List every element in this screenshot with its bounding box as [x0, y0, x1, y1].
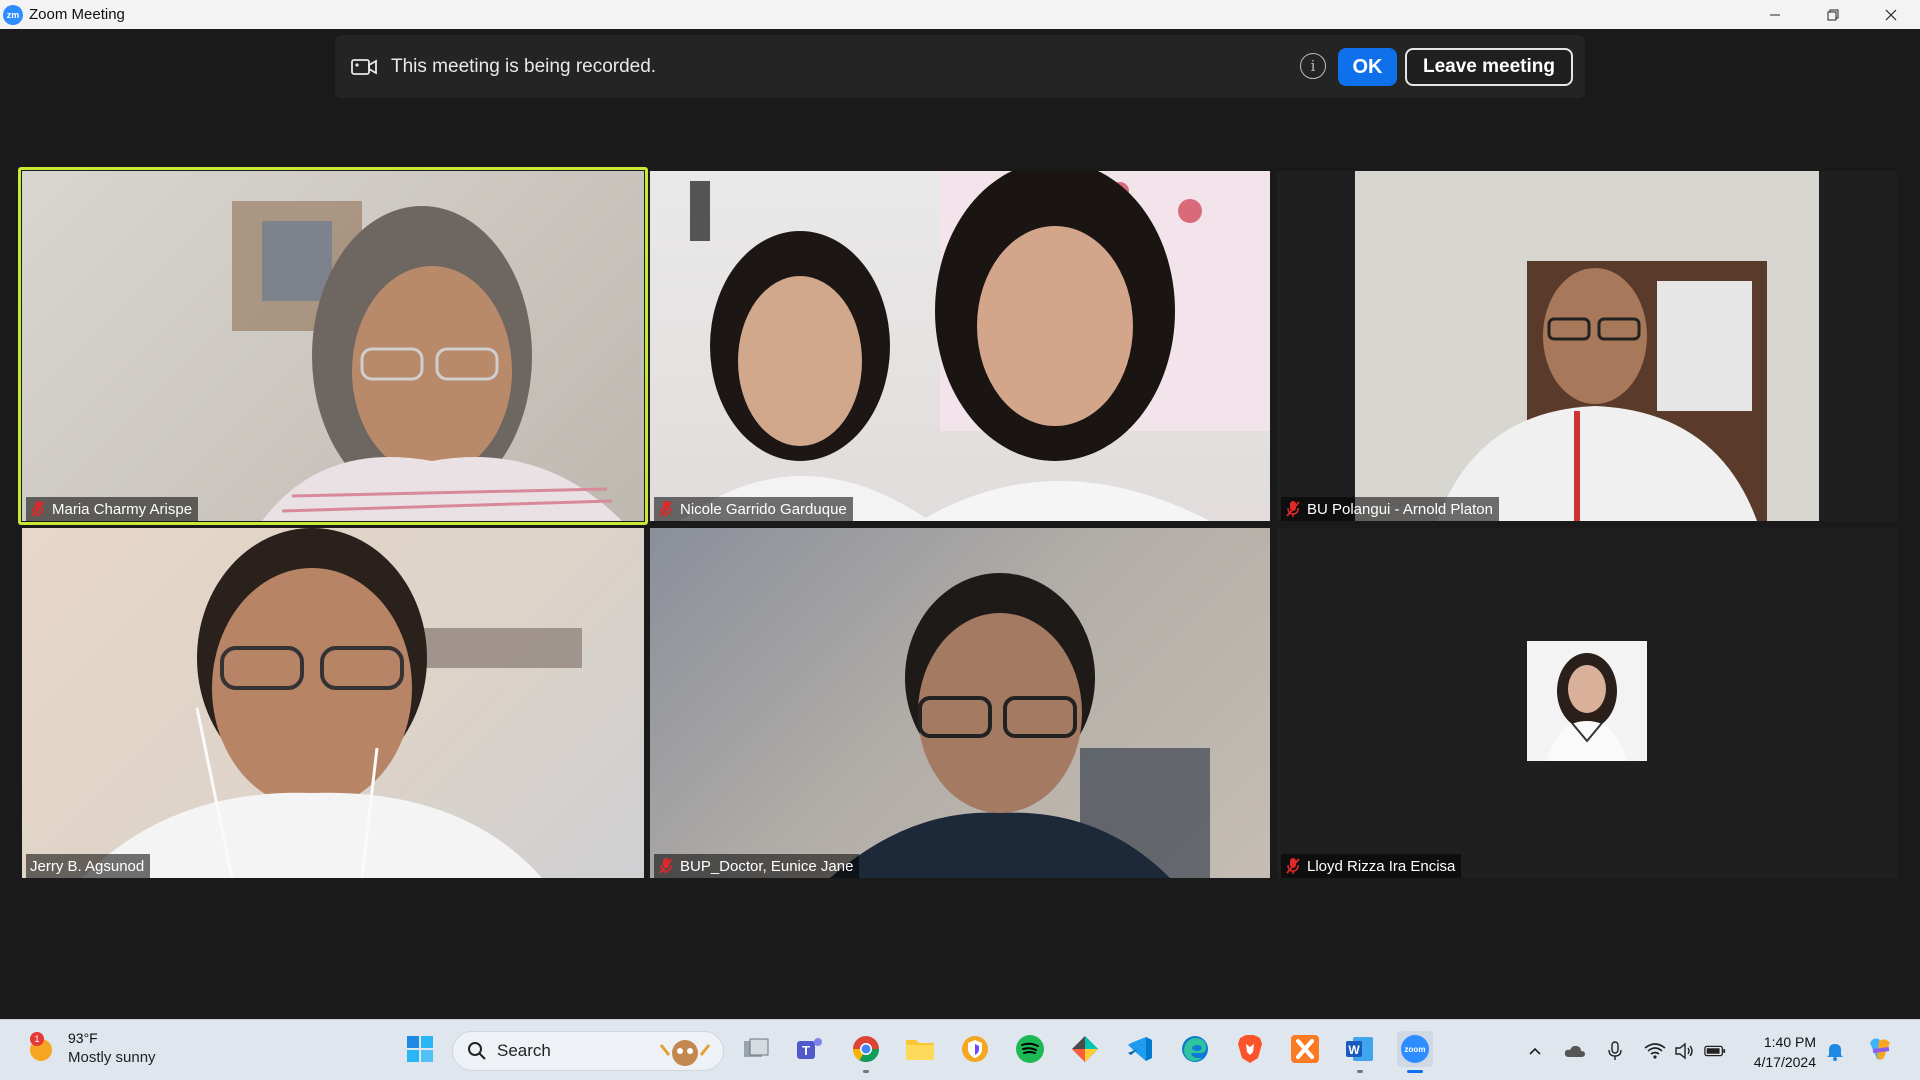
- search-highlight-icon: [659, 1040, 711, 1066]
- participant-name-tag: Lloyd Rizza Ira Encisa: [1281, 854, 1462, 878]
- profile-picture: [1527, 641, 1647, 761]
- zoom-logo-icon: zm: [3, 4, 23, 25]
- svg-text:W: W: [1348, 1043, 1360, 1057]
- copilot-icon[interactable]: [1864, 1034, 1896, 1066]
- clock-date: 4/17/2024: [1753, 1054, 1816, 1070]
- clock-time: 1:40 PM: [1763, 1034, 1816, 1050]
- muted-mic-icon: [659, 858, 673, 874]
- task-view-icon[interactable]: [738, 1031, 774, 1067]
- teams-icon[interactable]: T: [792, 1031, 828, 1067]
- battery-icon[interactable]: [1704, 1040, 1726, 1062]
- participant-name-tag: Jerry B. Agsunod: [26, 854, 151, 878]
- spotify-icon[interactable]: [1012, 1031, 1048, 1067]
- recording-camera-icon: [351, 56, 379, 78]
- xampp-icon[interactable]: [1287, 1031, 1323, 1067]
- onedrive-icon[interactable]: [1564, 1040, 1586, 1062]
- wifi-icon[interactable]: [1644, 1040, 1666, 1062]
- participant-name-tag: Nicole Garrido Garduque: [654, 497, 853, 521]
- restore-button[interactable]: [1804, 0, 1862, 29]
- zoom-taskbar-icon[interactable]: zoom: [1397, 1031, 1433, 1073]
- participant-video: [1355, 171, 1819, 521]
- leave-meeting-button[interactable]: Leave meeting: [1405, 48, 1573, 86]
- participant-name: Nicole Garrido Garduque: [680, 500, 847, 518]
- edge-icon[interactable]: [1177, 1031, 1213, 1067]
- participant-video: [217, 201, 622, 521]
- microphone-icon[interactable]: [1604, 1040, 1626, 1062]
- file-explorer-icon[interactable]: [902, 1031, 938, 1067]
- participant-tile[interactable]: BUP_Doctor, Eunice Jane: [650, 528, 1270, 878]
- minimize-icon: [1770, 14, 1780, 15]
- close-icon: [1885, 9, 1897, 20]
- chevron-up-icon[interactable]: [1524, 1040, 1546, 1062]
- participant-name-tag: BU Polangui - Arnold Platon: [1281, 497, 1499, 521]
- git-kraken-icon[interactable]: [1067, 1031, 1103, 1067]
- participant-tile[interactable]: Lloyd Rizza Ira Encisa: [1277, 528, 1897, 878]
- muted-mic-icon: [31, 501, 45, 517]
- recording-message: This meeting is being recorded.: [391, 55, 657, 77]
- proton-vpn-icon[interactable]: [957, 1031, 993, 1067]
- brave-icon[interactable]: [1232, 1031, 1268, 1067]
- svg-text:T: T: [802, 1043, 810, 1058]
- windows-start-icon[interactable]: [402, 1031, 438, 1067]
- taskbar-clock[interactable]: 1:40 PM 4/17/2024: [1754, 1032, 1816, 1072]
- notification-bell-icon[interactable]: [1824, 1040, 1846, 1062]
- ok-button[interactable]: OK: [1338, 48, 1397, 86]
- participant-name: Maria Charmy Arispe: [52, 500, 193, 518]
- chrome-icon[interactable]: [848, 1031, 884, 1073]
- participant-tile[interactable]: Nicole Garrido Garduque: [650, 171, 1270, 521]
- participant-tile[interactable]: Maria Charmy Arispe: [22, 171, 644, 521]
- restore-icon: [1827, 9, 1839, 20]
- vscode-icon[interactable]: [1122, 1031, 1158, 1067]
- word-icon[interactable]: W: [1342, 1031, 1378, 1073]
- windows-taskbar: 1 93°F Mostly sunny Search T W zoom 1:40…: [0, 1019, 1920, 1080]
- sun-icon: 1: [24, 1031, 58, 1065]
- title-bar: zm Zoom Meeting: [0, 0, 1920, 29]
- taskbar-search[interactable]: Search: [452, 1031, 724, 1071]
- svg-text:zoom: zoom: [1405, 1045, 1426, 1054]
- window-title: Zoom Meeting: [29, 6, 125, 23]
- minimize-button[interactable]: [1746, 0, 1804, 29]
- recording-banner: This meeting is being recorded. i OK Lea…: [335, 35, 1585, 98]
- search-label: Search: [497, 1041, 551, 1060]
- participant-name: Lloyd Rizza Ira Encisa: [1307, 857, 1456, 875]
- participant-tile[interactable]: Jerry B. Agsunod: [22, 528, 644, 878]
- weather-temperature: 93°F: [68, 1030, 98, 1046]
- participant-tile[interactable]: BU Polangui - Arnold Platon: [1277, 171, 1897, 521]
- svg-text:1: 1: [34, 1034, 39, 1044]
- info-icon[interactable]: i: [1300, 53, 1326, 79]
- window-controls: [1746, 0, 1920, 29]
- search-icon: [468, 1042, 486, 1060]
- muted-mic-icon: [659, 501, 673, 517]
- participant-name: BUP_Doctor, Eunice Jane: [680, 857, 854, 875]
- weather-description: Mostly sunny: [68, 1049, 156, 1066]
- muted-mic-icon: [1286, 858, 1300, 874]
- participant-name: BU Polangui - Arnold Platon: [1307, 500, 1493, 518]
- participant-video: [680, 171, 1270, 521]
- participant-video: [82, 528, 582, 878]
- weather-widget[interactable]: 1 93°F Mostly sunny: [24, 1028, 156, 1068]
- participant-name-tag: BUP_Doctor, Eunice Jane: [654, 854, 860, 878]
- muted-mic-icon: [1286, 501, 1300, 517]
- close-button[interactable]: [1862, 0, 1920, 29]
- volume-icon[interactable]: [1674, 1040, 1696, 1062]
- participant-name: Jerry B. Agsunod: [30, 857, 145, 875]
- participant-name-tag: Maria Charmy Arispe: [26, 497, 199, 521]
- participant-video: [830, 573, 1210, 878]
